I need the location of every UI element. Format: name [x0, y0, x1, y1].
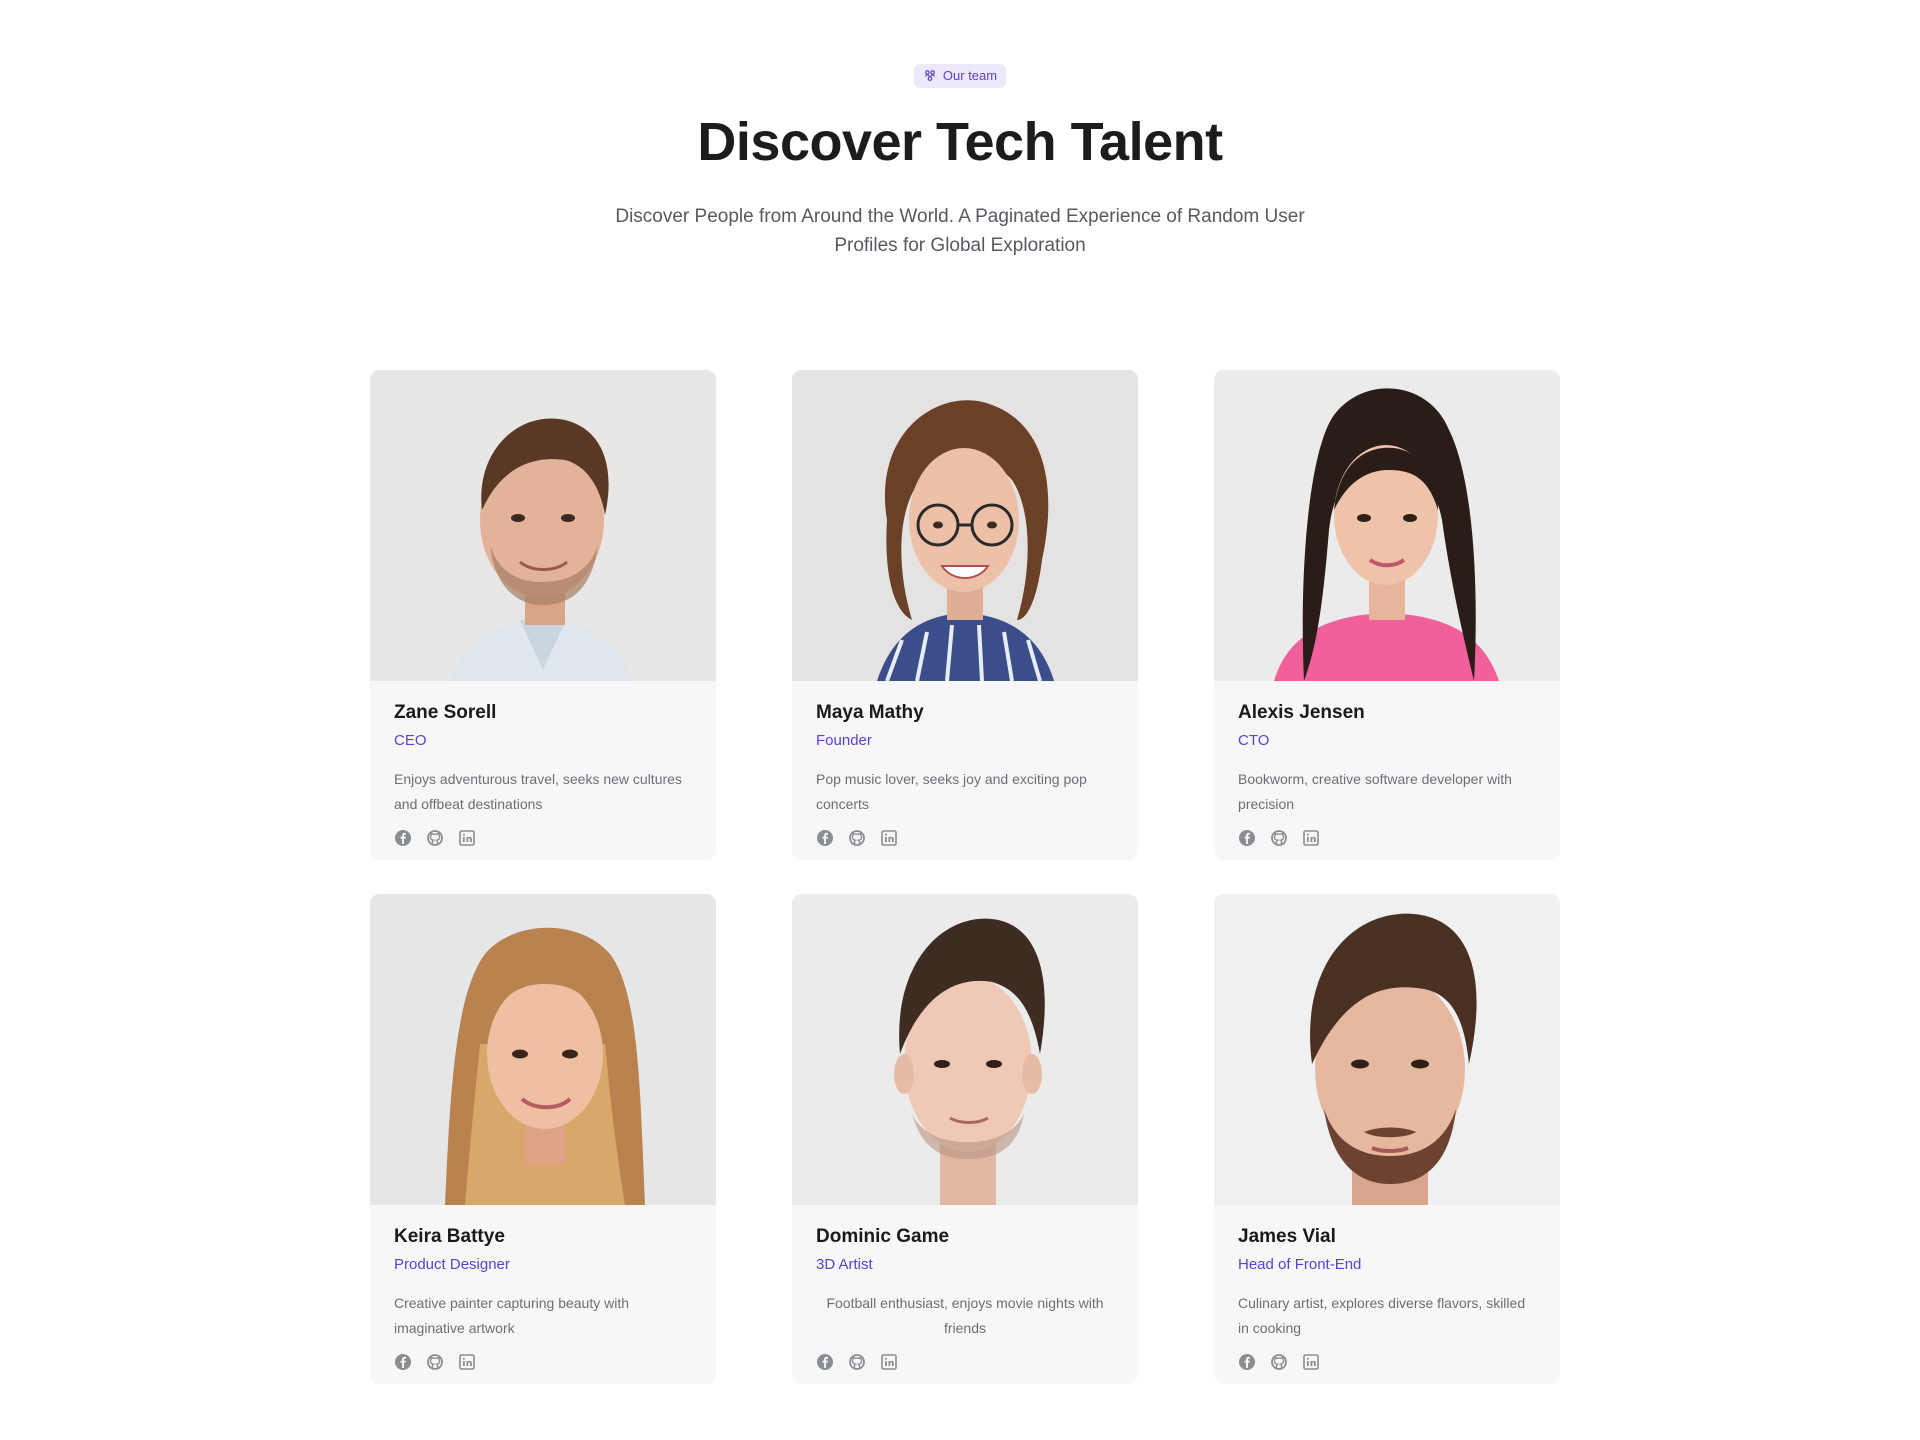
member-role: Founder	[816, 732, 872, 749]
our-team-badge: Our team	[913, 64, 1007, 88]
facebook-icon[interactable]	[1238, 1353, 1256, 1371]
social-links	[1238, 829, 1536, 847]
profile-photo	[370, 894, 716, 1205]
team-card: Alexis Jensen CTO Bookworm, creative sof…	[1214, 370, 1560, 860]
github-icon[interactable]	[426, 1353, 444, 1371]
member-name: Keira Battye	[394, 1226, 505, 1247]
badge-label: Our team	[942, 68, 998, 83]
member-name: Maya Mathy	[816, 702, 924, 723]
facebook-icon[interactable]	[1238, 829, 1256, 847]
team-card: Dominic Game 3D Artist Football enthusia…	[792, 894, 1138, 1384]
card-info: Alexis Jensen CTO Bookworm, creative sof…	[1214, 681, 1560, 847]
github-icon[interactable]	[1270, 1353, 1288, 1371]
github-icon[interactable]	[848, 1353, 866, 1371]
facebook-icon[interactable]	[816, 1353, 834, 1371]
team-card: Zane Sorell CEO Enjoys adventurous trave…	[370, 370, 716, 860]
team-card: Keira Battye Product Designer Creative p…	[370, 894, 716, 1384]
member-role: Head of Front-End	[1238, 1256, 1362, 1273]
github-icon[interactable]	[1270, 829, 1288, 847]
member-bio: Culinary artist, explores diverse flavor…	[1238, 1295, 1526, 1336]
linkedin-icon[interactable]	[880, 829, 898, 847]
member-bio: Pop music lover, seeks joy and exciting …	[816, 771, 1087, 812]
member-name: Alexis Jensen	[1238, 702, 1365, 723]
profile-photo	[1214, 894, 1560, 1205]
social-links	[816, 1353, 1114, 1371]
member-bio: Creative painter capturing beauty with i…	[394, 1295, 630, 1336]
profile-photo	[1214, 370, 1560, 681]
facebook-icon[interactable]	[394, 1353, 412, 1371]
card-info: Dominic Game 3D Artist Football enthusia…	[792, 1205, 1138, 1371]
profile-photo	[792, 370, 1138, 681]
social-links	[394, 1353, 692, 1371]
github-icon[interactable]	[848, 829, 866, 847]
linkedin-icon[interactable]	[458, 829, 476, 847]
facebook-icon[interactable]	[394, 829, 412, 847]
team-icon	[924, 70, 935, 81]
member-bio: Bookworm, creative software developer wi…	[1238, 771, 1512, 812]
page-subtitle: Discover People from Around the World. A…	[615, 206, 1305, 256]
team-card: Maya Mathy Founder Pop music lover, seek…	[792, 370, 1138, 860]
profile-photo	[370, 370, 716, 681]
linkedin-icon[interactable]	[1302, 1353, 1320, 1371]
member-bio: Enjoys adventurous travel, seeks new cul…	[394, 771, 682, 812]
card-info: Zane Sorell CEO Enjoys adventurous trave…	[370, 681, 716, 847]
member-bio: Football enthusiast, enjoys movie nights…	[826, 1295, 1104, 1336]
social-links	[394, 829, 692, 847]
github-icon[interactable]	[426, 829, 444, 847]
member-name: James Vial	[1238, 1226, 1336, 1247]
card-info: James Vial Head of Front-End Culinary ar…	[1214, 1205, 1560, 1371]
linkedin-icon[interactable]	[1302, 829, 1320, 847]
social-links	[816, 829, 1114, 847]
card-info: Keira Battye Product Designer Creative p…	[370, 1205, 716, 1371]
team-card: James Vial Head of Front-End Culinary ar…	[1214, 894, 1560, 1384]
profile-photo	[792, 894, 1138, 1205]
member-role: CTO	[1238, 732, 1270, 749]
team-grid: Zane Sorell CEO Enjoys adventurous trave…	[370, 370, 1561, 1384]
linkedin-icon[interactable]	[458, 1353, 476, 1371]
team-header: Our team Discover Tech Talent Discover P…	[0, 0, 1920, 260]
member-name: Dominic Game	[816, 1226, 950, 1247]
member-name: Zane Sorell	[394, 702, 497, 723]
member-role: 3D Artist	[816, 1256, 873, 1273]
page-title: Discover Tech Talent	[697, 112, 1223, 172]
member-role: CEO	[394, 732, 427, 749]
team-page: Our team Discover Tech Talent Discover P…	[0, 0, 1920, 1440]
facebook-icon[interactable]	[816, 829, 834, 847]
linkedin-icon[interactable]	[880, 1353, 898, 1371]
social-links	[1238, 1353, 1536, 1371]
member-role: Product Designer	[394, 1256, 510, 1273]
card-info: Maya Mathy Founder Pop music lover, seek…	[792, 681, 1138, 847]
